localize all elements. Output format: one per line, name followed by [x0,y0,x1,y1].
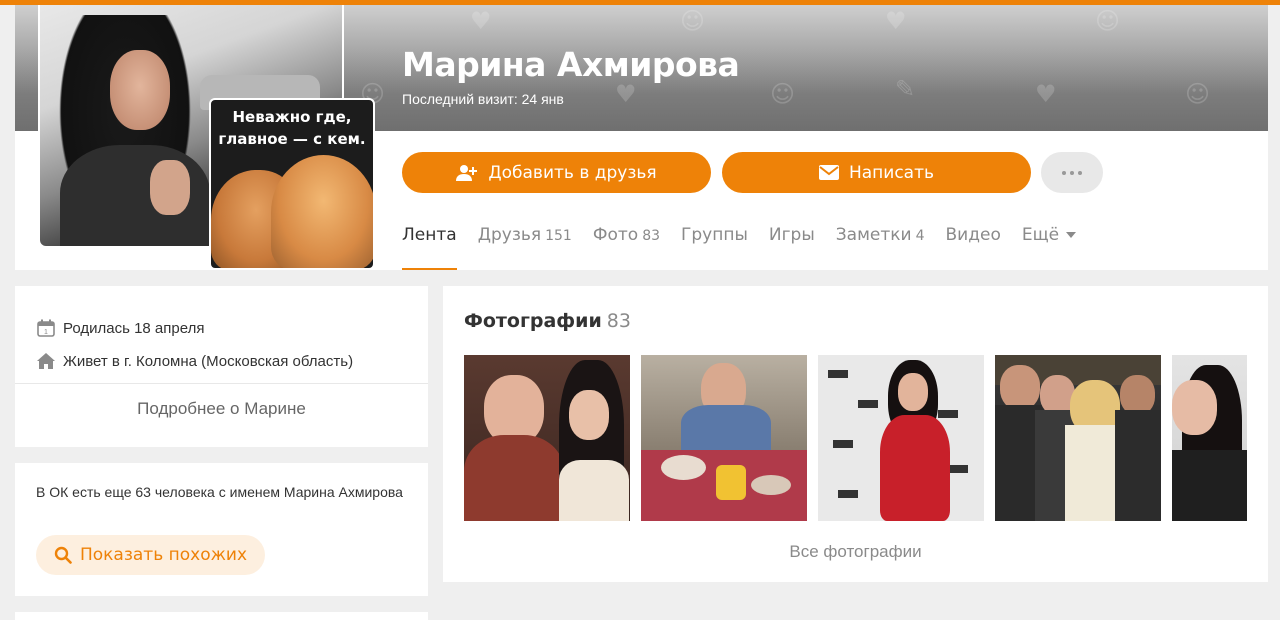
photo-thumbnail-5[interactable] [1172,355,1247,521]
birthday-text: Родилась 18 апреля [63,319,205,337]
profile-secondary-photo[interactable]: Неважно где, главное — с кем. [209,98,375,270]
photo-thumbnail-2[interactable] [641,355,807,521]
profile-tabs: Лента Друзья 151 Фото 83 Группы Игры Замет… [402,225,1097,270]
birthday-row: 1 Родилась 18 апреля [36,318,204,338]
tab-photos-count: 83 [642,228,661,244]
photo-thumbnail-3[interactable] [818,355,984,521]
add-friend-button[interactable]: Добавить в друзья [402,152,711,193]
profile-header-card: ♥ ☺ ♥ ☺ ♥ ☺ ✎ ♥ ☺ ☺ Неважно где, главное… [15,5,1268,270]
write-message-label: Написать [848,162,935,183]
tab-friends[interactable]: Друзья 151 [478,225,572,270]
photo-thumbnail-4[interactable] [995,355,1161,521]
tab-photos[interactable]: Фото 83 [593,225,660,270]
more-actions-button[interactable] [1041,152,1103,193]
tab-video[interactable]: Видео [946,225,1001,270]
last-visit: Последний визит: 24 янв [402,91,564,107]
svg-text:1: 1 [44,329,48,336]
tab-notes[interactable]: Заметки 4 [836,225,925,270]
chevron-down-icon [1066,232,1077,238]
search-icon [54,546,72,564]
calendar-icon: 1 [36,318,56,338]
show-similar-button[interactable]: Показать похожих [36,535,265,575]
all-photos-link[interactable]: Все фотографии [443,542,1268,562]
show-similar-label: Показать похожих [79,545,248,565]
tab-feed[interactable]: Лента [402,225,457,270]
divider [15,383,428,384]
envelope-icon [818,165,839,180]
tab-games[interactable]: Игры [769,225,815,270]
tab-notes-count: 4 [915,228,925,244]
add-user-icon [456,164,478,182]
profile-name: Марина Ахмирова [402,45,740,84]
add-friend-label: Добавить в друзья [488,162,657,183]
home-icon [36,351,56,371]
same-name-text: В ОК есть еще 63 человека с именем Марин… [36,484,403,500]
same-name-card: В ОК есть еще 63 человека с именем Марин… [15,463,428,596]
about-more-link[interactable]: Подробнее о Марине [15,399,428,419]
photo-caption: Неважно где, главное — с кем. [218,108,366,148]
more-dots-icon [1062,170,1066,175]
write-message-button[interactable]: Написать [722,152,1031,193]
photos-card: Фотографии 83 Все фотографии [443,286,1268,582]
photos-title: Фотографии 83 [464,310,631,332]
residence-text: Живет в г. Коломна (Московская область) [63,352,354,370]
photos-count: 83 [606,310,631,332]
photo-thumbnail-1[interactable] [464,355,630,521]
tab-groups[interactable]: Группы [681,225,748,270]
tab-more[interactable]: Ещё [1022,225,1077,270]
next-card [15,612,428,620]
about-card: 1 Родилась 18 апреля Живет в г. Коломна … [15,286,428,447]
tab-friends-count: 151 [545,228,572,244]
residence-row: Живет в г. Коломна (Московская область) [36,351,353,371]
